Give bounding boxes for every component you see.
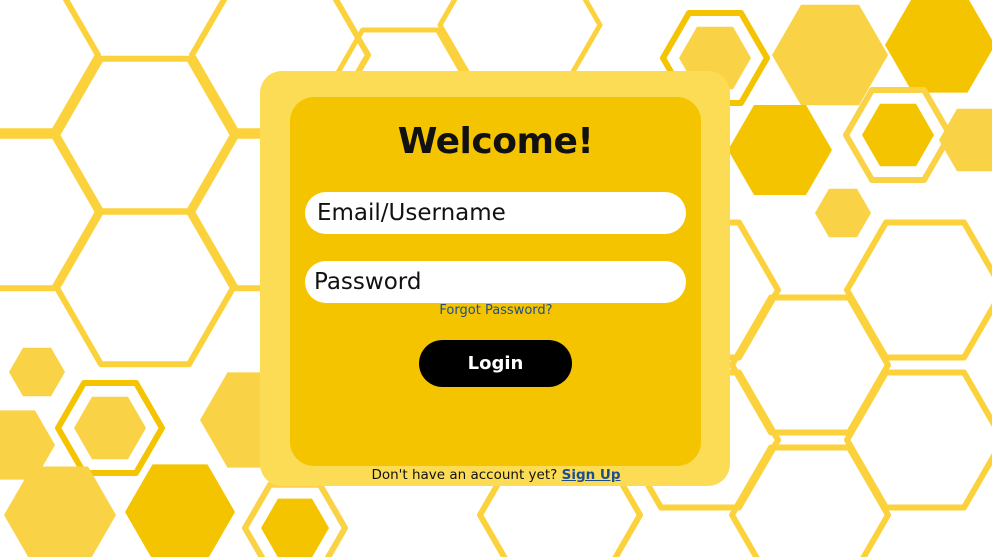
signup-link-label: Sign Up [561, 467, 621, 483]
honeycomb-cell [885, 0, 992, 93]
honeycomb-cell [4, 466, 116, 557]
honeycomb-cell [729, 444, 891, 557]
honeycomb-cell [862, 103, 934, 167]
email-username-field[interactable] [305, 192, 686, 234]
honeycomb-cell [74, 396, 146, 460]
signup-prompt: Don't have an account yet? [371, 467, 558, 483]
honeycomb-cell [261, 498, 329, 557]
honeycomb-cell [0, 0, 101, 135]
password-field[interactable] [305, 261, 686, 303]
signup-link[interactable]: Sign Up [562, 467, 621, 483]
honeycomb-cell [0, 132, 101, 292]
honeycomb-cell [728, 105, 832, 195]
login-button[interactable]: Login [419, 340, 572, 387]
forgot-password-link[interactable]: Forgot Password? [380, 302, 612, 320]
honeycomb-cell [9, 347, 65, 397]
signup-row: Don't have an account yet? Sign Up [300, 465, 692, 485]
honeycomb-cell [815, 188, 871, 238]
page-title: Welcome! [397, 121, 594, 162]
honeycomb-cell [125, 464, 235, 557]
login-page: Welcome! Forgot Password? Login Don't ha… [0, 0, 992, 557]
